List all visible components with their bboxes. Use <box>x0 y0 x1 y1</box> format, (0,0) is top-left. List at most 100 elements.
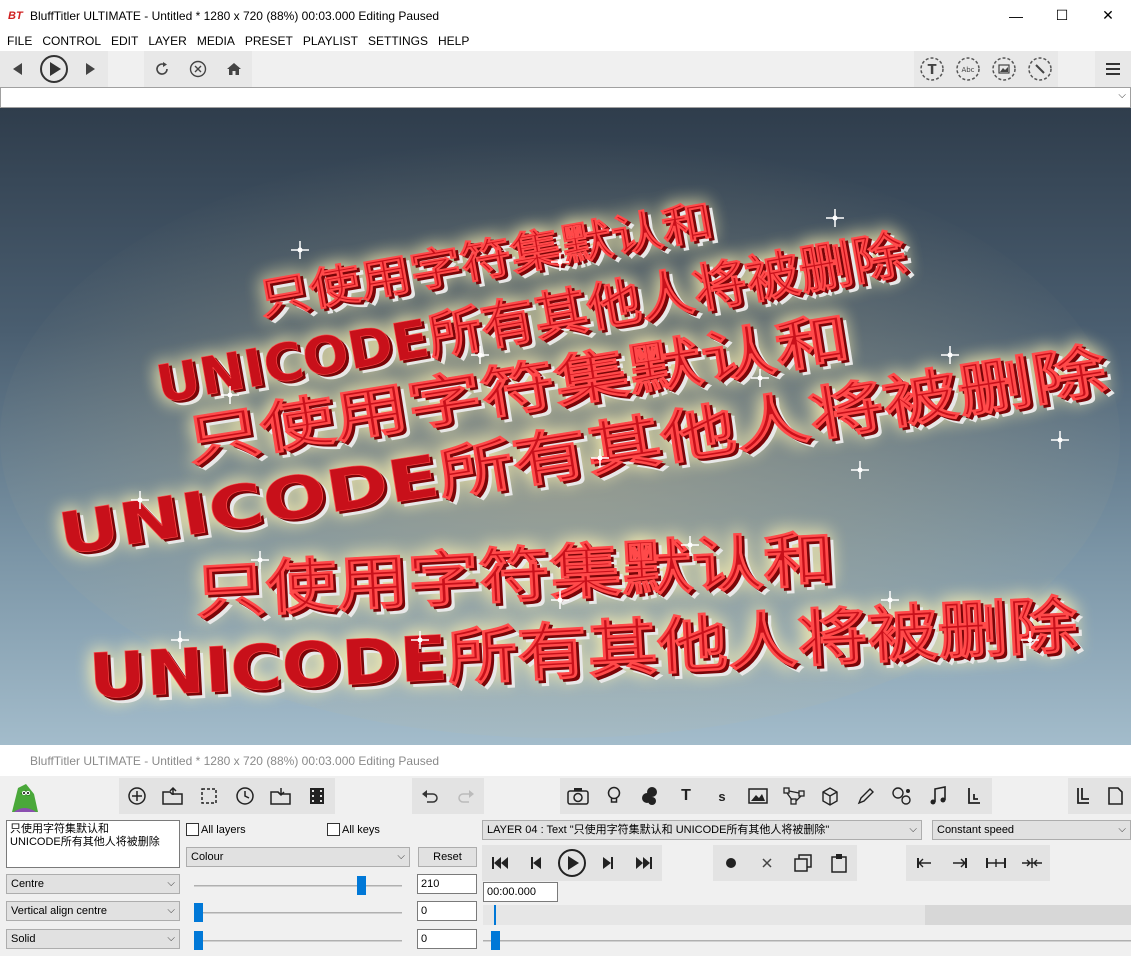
menu-playlist[interactable]: PLAYLIST <box>298 31 363 51</box>
layer-select[interactable]: LAYER 04 : Text "只使用字符集默认和 UNICODE所有其他人将… <box>482 820 922 840</box>
clock-icon[interactable] <box>227 778 263 814</box>
path-icon[interactable] <box>776 778 812 814</box>
import-icon[interactable] <box>263 778 299 814</box>
chevron-down-icon: ⌵ <box>167 933 175 944</box>
skip-to-end-icon[interactable] <box>626 845 662 881</box>
selection-icon[interactable] <box>191 778 227 814</box>
text-layer-icon[interactable]: T <box>914 51 950 87</box>
pencil-icon[interactable] <box>848 778 884 814</box>
brush-layer-icon[interactable] <box>1022 51 1058 87</box>
menu-file[interactable]: FILE <box>2 31 37 51</box>
row3-select[interactable]: Solid ⌵ <box>6 929 180 949</box>
row1-slider-track[interactable] <box>194 885 402 887</box>
add-layer-icon[interactable] <box>119 778 155 814</box>
plugin-icon[interactable] <box>956 778 992 814</box>
style-tool-icon[interactable]: s <box>704 778 740 814</box>
undo-icon[interactable] <box>412 778 448 814</box>
paste-key-icon[interactable] <box>821 845 857 881</box>
close-button[interactable]: ✕ <box>1085 0 1131 31</box>
row1-select[interactable]: Centre ⌵ <box>6 874 180 894</box>
menu-settings[interactable]: SETTINGS <box>363 31 433 51</box>
light-bulb-icon[interactable] <box>596 778 632 814</box>
previous-icon[interactable] <box>0 51 36 87</box>
checkbox-box[interactable] <box>327 823 340 836</box>
lower-toolbar: T s <box>0 776 1131 816</box>
chevron-down-icon: ⌵ <box>1118 824 1126 835</box>
mascot-icon <box>6 780 42 814</box>
row2-select[interactable]: Vertical align centre ⌵ <box>6 901 180 921</box>
picture-layer-icon[interactable] <box>986 51 1022 87</box>
timeline-track-1-end[interactable] <box>925 905 1131 925</box>
step-back-icon[interactable] <box>518 845 554 881</box>
row3-value-input[interactable]: 0 <box>417 929 477 949</box>
all-layers-checkbox[interactable]: All layers <box>186 823 246 836</box>
maximize-button[interactable]: ☐ <box>1039 0 1085 31</box>
open-folder-icon[interactable] <box>155 778 191 814</box>
menu-media[interactable]: MEDIA <box>192 31 240 51</box>
last-key-icon[interactable] <box>942 845 978 881</box>
film-icon[interactable] <box>299 778 335 814</box>
time-input[interactable]: 00:00.000 <box>483 882 558 902</box>
expand-keys-icon[interactable] <box>978 845 1014 881</box>
step-forward-icon[interactable] <box>590 845 626 881</box>
home-icon[interactable] <box>216 51 252 87</box>
music-icon[interactable] <box>920 778 956 814</box>
camera-icon[interactable] <box>560 778 596 814</box>
skip-to-start-icon[interactable] <box>482 845 518 881</box>
row1-slider-thumb[interactable] <box>357 876 366 895</box>
preset-combobox[interactable]: ⌵ <box>0 87 1131 108</box>
row2-slider-thumb[interactable] <box>194 903 203 922</box>
all-keys-checkbox[interactable]: All keys <box>327 823 380 836</box>
row2-slider-track[interactable] <box>194 912 402 914</box>
checkbox-box[interactable] <box>186 823 199 836</box>
copy-key-icon[interactable] <box>785 845 821 881</box>
document-icon[interactable] <box>1100 778 1131 814</box>
row3-slider-track[interactable] <box>194 940 402 942</box>
timeline-track-1[interactable] <box>483 905 925 925</box>
stop-icon[interactable] <box>180 51 216 87</box>
play-button-icon[interactable] <box>554 845 590 881</box>
menu-layer[interactable]: LAYER <box>143 31 191 51</box>
delete-key-icon[interactable] <box>749 845 785 881</box>
refresh-icon[interactable] <box>144 51 180 87</box>
effects-icon[interactable] <box>884 778 920 814</box>
picture-icon[interactable] <box>740 778 776 814</box>
contract-keys-icon[interactable] <box>1014 845 1050 881</box>
timeline-thumb[interactable] <box>491 931 500 950</box>
record-key-icon[interactable] <box>713 845 749 881</box>
all-layers-label: All layers <box>201 823 246 836</box>
layer-text-editor[interactable]: 只使用字符集默认和 UNICODE所有其他人将被删除 <box>6 820 180 868</box>
reset-button[interactable]: Reset <box>418 847 477 867</box>
text-line-2: UNICODE所有其他人将被删除 <box>10 836 160 848</box>
next-icon[interactable] <box>72 51 108 87</box>
play-icon[interactable] <box>36 51 72 87</box>
row2-value-input[interactable]: 0 <box>417 901 477 921</box>
particles-icon[interactable] <box>632 778 668 814</box>
chevron-down-icon: ⌵ <box>909 824 917 835</box>
layer-list-icon[interactable] <box>1068 778 1100 814</box>
timeline-cursor[interactable] <box>494 905 496 925</box>
row3-slider-thumb[interactable] <box>194 931 203 950</box>
layer-types-group: T s <box>560 778 992 814</box>
hamburger-menu-icon[interactable] <box>1095 51 1131 87</box>
undo-redo-group <box>412 778 484 814</box>
menu-help[interactable]: HELP <box>433 31 474 51</box>
menu-preset[interactable]: PRESET <box>240 31 298 51</box>
title-bar: BT BluffTitler ULTIMATE - Untitled * 128… <box>0 0 1131 31</box>
menu-control[interactable]: CONTROL <box>37 31 106 51</box>
cube-icon[interactable] <box>812 778 848 814</box>
first-key-icon[interactable] <box>906 845 942 881</box>
svg-text:T: T <box>928 63 937 78</box>
row1-value-input[interactable]: 210 <box>417 874 477 894</box>
abc-layer-icon[interactable]: Abc <box>950 51 986 87</box>
text-tool-icon[interactable]: T <box>668 778 704 814</box>
chevron-down-icon: ⌵ <box>1118 90 1126 101</box>
preview-text-render: 只使用字符集默认和只使用字符集默认和只使用字符集默认和只使用字符集默认和UNIC… <box>0 138 1120 738</box>
property-select[interactable]: Colour ⌵ <box>186 847 410 867</box>
minimize-button[interactable]: — <box>993 0 1039 31</box>
timeline-track-2[interactable] <box>483 940 1131 942</box>
speed-select[interactable]: Constant speed ⌵ <box>932 820 1131 840</box>
menu-edit[interactable]: EDIT <box>106 31 143 51</box>
preview-canvas[interactable]: 只使用字符集默认和 只使用字符集默认和 只使用字符集默认和 只使用字符集默认和 UNIC… <box>0 108 1131 745</box>
redo-icon[interactable] <box>448 778 484 814</box>
